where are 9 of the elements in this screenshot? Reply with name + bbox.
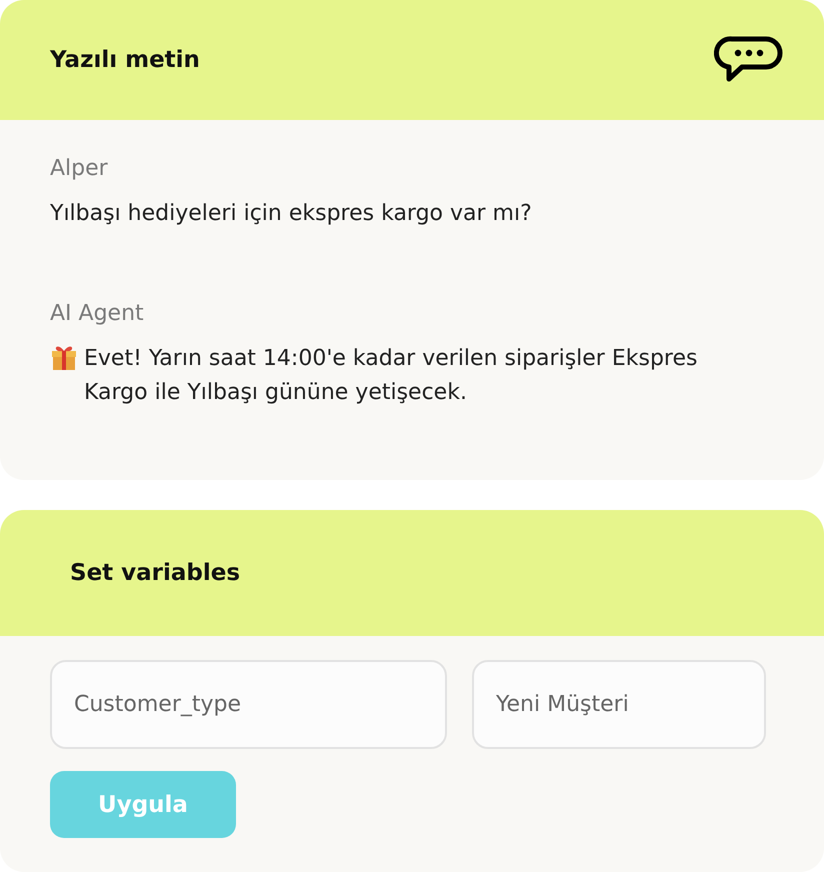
card-title: Set variables bbox=[70, 560, 240, 586]
message-text: Yılbaşı hediyeleri için ekspres kargo var mı? bbox=[50, 200, 532, 228]
input-field[interactable]: Customer_type bbox=[50, 660, 447, 749]
card-title: Yazılı metin bbox=[50, 47, 200, 73]
sender-name: Alper bbox=[50, 156, 109, 181]
input-field[interactable]: Yeni Müşteri bbox=[472, 660, 766, 749]
message-text: Evet! Yarın saat 14:00'e kadar verilen siparişler Ekspres Kargo ile Yılbaşı gününe yetişecek. bbox=[84, 345, 698, 407]
sender-name: AI Agent bbox=[50, 301, 145, 326]
gift-icon bbox=[50, 344, 78, 372]
